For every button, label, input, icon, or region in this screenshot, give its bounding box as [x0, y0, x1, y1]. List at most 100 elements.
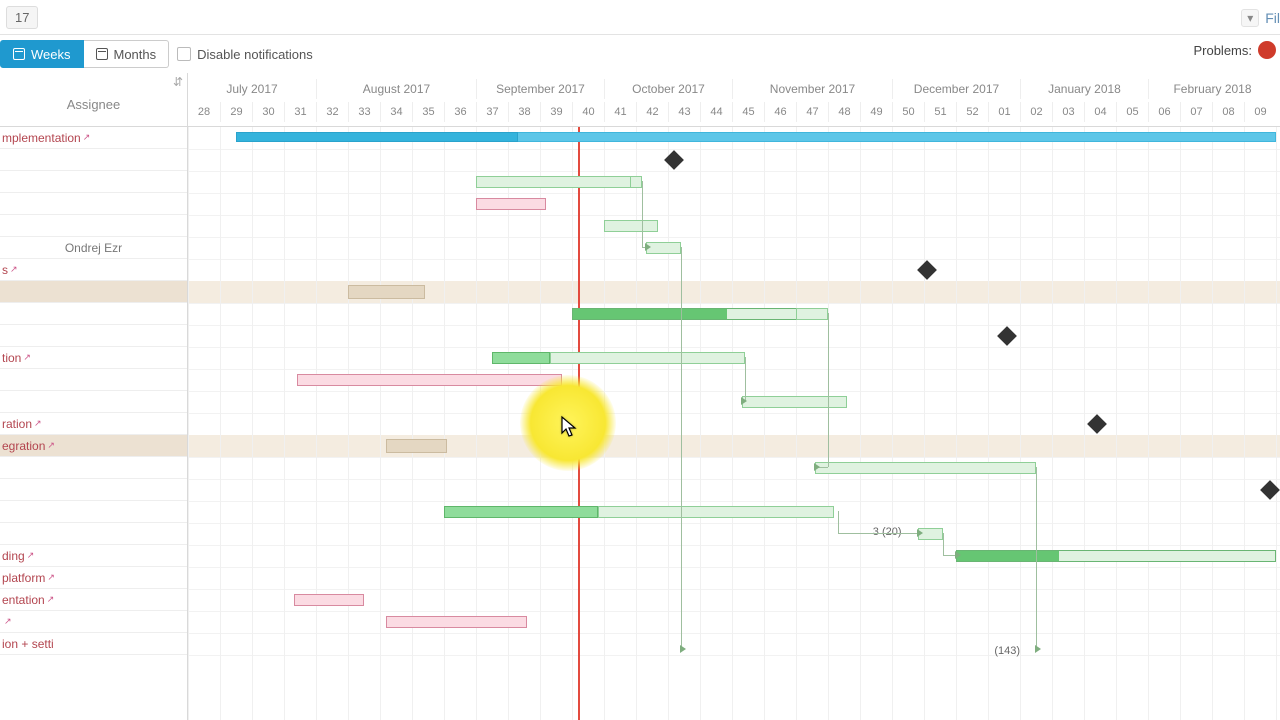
week-header[interactable]: 37: [476, 102, 508, 122]
week-header[interactable]: 04: [1084, 102, 1116, 122]
months-label: Months: [114, 47, 157, 62]
task-row[interactable]: ding↗: [0, 545, 187, 567]
week-header[interactable]: 52: [956, 102, 988, 122]
task-bar[interactable]: [572, 308, 822, 320]
task-row[interactable]: [0, 149, 187, 171]
week-header[interactable]: 42: [636, 102, 668, 122]
week-header[interactable]: 08: [1212, 102, 1244, 122]
week-header[interactable]: 43: [668, 102, 700, 122]
group-bar[interactable]: [348, 285, 425, 299]
task-row[interactable]: entation↗: [0, 589, 187, 611]
week-header[interactable]: 50: [892, 102, 924, 122]
granularity-group: Weeks Months: [0, 40, 169, 68]
week-header[interactable]: 51: [924, 102, 956, 122]
problems-indicator[interactable]: Problems:: [1193, 41, 1276, 59]
week-header[interactable]: 48: [828, 102, 860, 122]
gantt-toolbar: Weeks Months Disable notifications Probl…: [0, 35, 1280, 73]
task-list-header: ⇵ Assignee: [0, 73, 187, 127]
week-header[interactable]: 31: [284, 102, 316, 122]
week-header[interactable]: 40: [572, 102, 604, 122]
week-header[interactable]: 46: [764, 102, 796, 122]
months-button[interactable]: Months: [84, 40, 170, 68]
task-row[interactable]: egration↗: [0, 435, 187, 457]
task-row[interactable]: [0, 281, 187, 303]
task-bar[interactable]: [476, 198, 546, 210]
task-row[interactable]: tion↗: [0, 347, 187, 369]
task-row[interactable]: mplementation↗: [0, 127, 187, 149]
week-header[interactable]: 32: [316, 102, 348, 122]
week-header[interactable]: 30: [252, 102, 284, 122]
task-row[interactable]: [0, 325, 187, 347]
week-header[interactable]: 35: [412, 102, 444, 122]
task-row[interactable]: platform↗: [0, 567, 187, 589]
assignee-column-header[interactable]: Assignee: [67, 97, 120, 112]
week-header[interactable]: 06: [1148, 102, 1180, 122]
task-row[interactable]: [0, 369, 187, 391]
month-header: January 2018: [1020, 79, 1148, 99]
task-row[interactable]: s↗: [0, 259, 187, 281]
column-picker-icon[interactable]: ⇵: [173, 75, 183, 89]
task-bar[interactable]: [297, 374, 563, 386]
milestone-marker[interactable]: [997, 326, 1017, 346]
week-header[interactable]: 29: [220, 102, 252, 122]
task-row[interactable]: ↗: [0, 611, 187, 633]
task-bar[interactable]: [956, 550, 1276, 562]
weeks-strip[interactable]: 2829303132333435363738394041424344454647…: [188, 102, 1280, 122]
task-bar-endcap[interactable]: [796, 308, 828, 320]
task-bar[interactable]: [444, 506, 598, 518]
week-header[interactable]: 33: [348, 102, 380, 122]
week-header[interactable]: 44: [700, 102, 732, 122]
task-row[interactable]: [0, 479, 187, 501]
task-bar[interactable]: [386, 616, 527, 628]
bar-label: (143): [994, 645, 1020, 657]
task-row[interactable]: [0, 215, 187, 237]
task-row[interactable]: [0, 501, 187, 523]
chevron-down-icon[interactable]: ▾: [1241, 9, 1259, 27]
task-bar[interactable]: [476, 176, 636, 188]
task-bar[interactable]: [598, 506, 835, 518]
task-name: tion: [2, 351, 21, 365]
filters-link[interactable]: Fil: [1265, 10, 1280, 26]
task-bar[interactable]: [646, 242, 681, 254]
milestone-marker[interactable]: [1087, 414, 1107, 434]
task-row[interactable]: [0, 457, 187, 479]
group-bar[interactable]: [386, 439, 447, 453]
task-bar[interactable]: [550, 352, 745, 364]
month-header: October 2017: [604, 79, 732, 99]
week-header[interactable]: 36: [444, 102, 476, 122]
week-header[interactable]: 34: [380, 102, 412, 122]
gantt-chart-pane[interactable]: July 2017August 2017September 2017Octobe…: [188, 73, 1280, 720]
week-header[interactable]: 47: [796, 102, 828, 122]
week-header[interactable]: 45: [732, 102, 764, 122]
week-header[interactable]: 38: [508, 102, 540, 122]
gantt-body[interactable]: 3 (20)(143): [188, 127, 1280, 720]
task-row[interactable]: Ondrej Ezr: [0, 237, 187, 259]
week-header[interactable]: 41: [604, 102, 636, 122]
task-row[interactable]: ration↗: [0, 413, 187, 435]
task-row[interactable]: [0, 303, 187, 325]
task-row[interactable]: [0, 193, 187, 215]
task-row[interactable]: [0, 171, 187, 193]
task-bar-endcap[interactable]: [630, 176, 643, 188]
task-bar[interactable]: [294, 594, 364, 606]
week-header[interactable]: 01: [988, 102, 1020, 122]
week-header[interactable]: 03: [1052, 102, 1084, 122]
task-row[interactable]: ion + setti: [0, 633, 187, 655]
task-bar[interactable]: [492, 352, 550, 364]
issue-number-badge[interactable]: 17: [6, 6, 38, 29]
week-header[interactable]: 39: [540, 102, 572, 122]
milestone-marker[interactable]: [917, 260, 937, 280]
task-bar[interactable]: [742, 396, 848, 408]
week-header[interactable]: 49: [860, 102, 892, 122]
week-header[interactable]: 02: [1020, 102, 1052, 122]
task-row[interactable]: [0, 523, 187, 545]
task-bar[interactable]: [815, 462, 1036, 474]
week-header[interactable]: 07: [1180, 102, 1212, 122]
task-row[interactable]: [0, 391, 187, 413]
week-header[interactable]: 09: [1244, 102, 1276, 122]
week-header[interactable]: 05: [1116, 102, 1148, 122]
week-header[interactable]: 28: [188, 102, 220, 122]
weeks-button[interactable]: Weeks: [0, 40, 84, 68]
disable-notifications-toggle[interactable]: Disable notifications: [177, 47, 313, 62]
task-bar[interactable]: [604, 220, 658, 232]
